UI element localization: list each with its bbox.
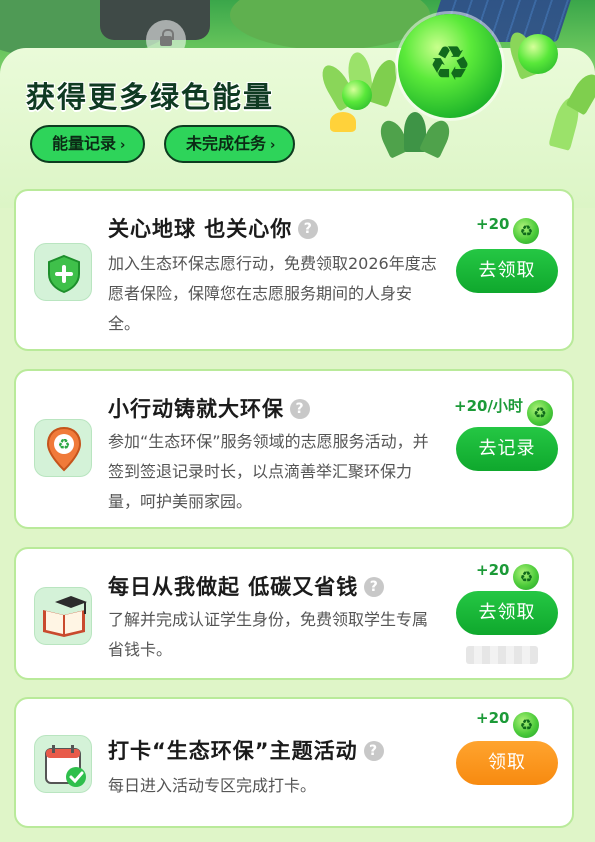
recycle-icon: ♻: [428, 36, 472, 92]
help-icon[interactable]: ?: [290, 399, 310, 419]
task-description: 加入生态环保志愿行动，免费领取2026年度志愿者保险，保障您在志愿服务期间的人身…: [108, 254, 437, 333]
small-energy-bubble: [342, 80, 372, 110]
task-title: 关心地球 也关心你?: [108, 213, 319, 243]
energy-bubble: ♻: [398, 14, 502, 118]
reward-text: +20: [476, 709, 510, 727]
shield-plus-icon: [34, 243, 92, 301]
energy-coin-icon: ♻: [513, 564, 540, 590]
record-button[interactable]: 去记录: [456, 427, 558, 471]
reward-text: +20: [476, 561, 510, 579]
energy-record-button[interactable]: 能量记录 ›: [30, 125, 146, 163]
unfinished-tasks-button[interactable]: 未完成任务 ›: [164, 125, 296, 163]
blurred-text: [466, 646, 538, 664]
task-title-text: 小行动铸就大环保: [108, 397, 284, 421]
task-card-checkin: 打卡“生态环保”主题活动? 每日进入活动专区完成打卡。 +20 ♻ 领取: [14, 697, 574, 828]
task-title-text: 每日从我做起 低碳又省钱: [108, 575, 359, 599]
help-icon[interactable]: ?: [364, 577, 385, 597]
svg-text:♻: ♻: [58, 437, 71, 453]
energy-record-label: 能量记录: [52, 134, 117, 153]
reward-amount: +20 ♻: [476, 215, 540, 244]
reward-text: +20/小时: [454, 397, 523, 415]
unfinished-tasks-label: 未完成任务: [186, 134, 267, 153]
claim-button[interactable]: 去领取: [456, 591, 558, 635]
page-title: 获得更多绿色能量: [26, 80, 275, 114]
energy-coin-icon: ♻: [513, 218, 540, 244]
small-energy-bubble: [518, 34, 558, 74]
calendar-check-icon: [34, 735, 92, 793]
graduation-book-icon: [34, 587, 92, 645]
task-card-insurance: 关心地球 也关心你? 加入生态环保志愿行动，免费领取2026年度志愿者保险，保障…: [14, 189, 574, 351]
recycle-pin-icon: ♻: [34, 419, 92, 477]
chevron-right-icon: ›: [120, 138, 126, 153]
task-title: 每日从我做起 低碳又省钱?: [108, 571, 385, 601]
task-description: 每日进入活动专区完成打卡。: [108, 776, 317, 795]
reward-amount: +20 ♻: [476, 709, 540, 738]
flower-decoration: [330, 112, 356, 132]
task-title-text: 打卡“生态环保”主题活动: [108, 739, 358, 763]
task-description: 参加“生态环保”服务领域的志愿服务活动，并签到签退记录时长，以点滴善举汇聚环保力…: [108, 432, 429, 511]
energy-coin-icon: ♻: [526, 400, 553, 426]
task-title: 打卡“生态环保”主题活动?: [108, 735, 384, 765]
reward-amount: +20 ♻: [476, 561, 540, 590]
task-card-volunteer-hours: ♻ 小行动铸就大环保? 参加“生态环保”服务领域的志愿服务活动，并签到签退记录时…: [14, 369, 574, 529]
reward-text: +20: [476, 215, 510, 233]
task-title: 小行动铸就大环保?: [108, 393, 310, 423]
energy-coin-icon: ♻: [513, 712, 540, 738]
claim-button[interactable]: 领取: [456, 741, 558, 785]
task-description: 了解并完成认证学生身份，免费领取学生专属省钱卡。: [108, 610, 429, 659]
help-icon[interactable]: ?: [298, 219, 319, 239]
reward-amount: +20/小时 ♻: [454, 395, 553, 426]
chevron-right-icon: ›: [270, 138, 276, 153]
help-icon[interactable]: ?: [363, 741, 384, 761]
claim-button[interactable]: 去领取: [456, 249, 558, 293]
task-title-text: 关心地球 也关心你: [108, 217, 293, 241]
